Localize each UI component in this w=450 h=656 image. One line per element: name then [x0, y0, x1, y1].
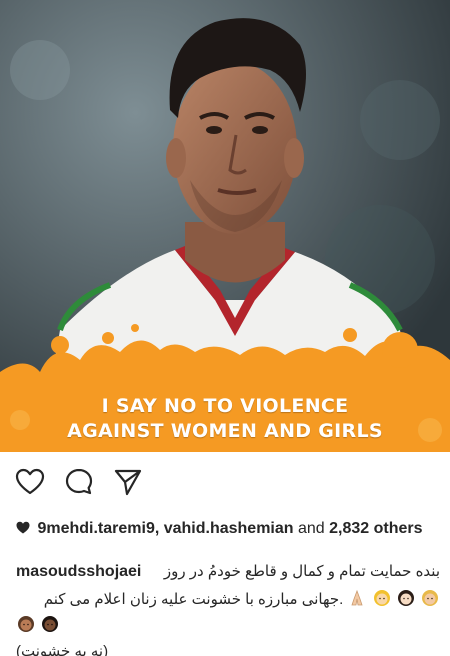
woman-emoji-icon [397, 590, 414, 606]
caption-text-line-1: بنده حمایت تمام و کمال و قاطع خودمُ در ر… [163, 563, 440, 580]
likes-others-label[interactable]: others [374, 520, 423, 537]
post-image[interactable]: I SAY NO TO VIOLENCE AGAINST WOMEN AND G… [0, 0, 450, 452]
woman-emoji-icon [42, 616, 59, 632]
caption-text-line-4: (نه به خشونت) [16, 643, 109, 656]
woman-emoji-icon [373, 590, 390, 606]
pray-emoji-icon [351, 589, 364, 606]
woman-emoji-icon [422, 590, 438, 606]
likes-summary[interactable]: 9mehdi.taremi9, vahid.hashemian and 2,83… [16, 518, 436, 539]
caption-text-line-2: .جهانی مبارزه با خشونت علیه زنان اعلام م… [43, 591, 344, 608]
caption-line-4: (نه به خشونت) [16, 641, 108, 656]
post-action-bar [0, 452, 450, 510]
caption-username[interactable]: masoudsshojaei [16, 563, 141, 580]
caption-line-3 [16, 615, 60, 637]
comment-button[interactable] [63, 466, 95, 498]
liked-by-users[interactable]: 9mehdi.taremi9, vahid.hashemian [37, 520, 293, 537]
share-button[interactable] [112, 466, 144, 498]
caption-line-1: masoudsshojaei بنده حمایت تمام و کمال و … [16, 561, 440, 583]
banner-text-line-1: I SAY NO TO VIOLENCE [101, 395, 349, 417]
post-photo-illustration [0, 0, 450, 452]
likes-count[interactable]: 2,832 [329, 520, 369, 537]
likes-conjunction: and [298, 520, 325, 537]
heart-outline-icon [15, 468, 45, 495]
banner-text-line-2: AGAINST WOMEN AND GIRLS [67, 420, 383, 442]
woman-emoji-icon [18, 616, 34, 632]
speech-bubble-icon [65, 468, 93, 495]
like-button[interactable] [14, 466, 46, 498]
caption-line-2: .جهانی مبارزه با خشونت علیه زنان اعلام م… [16, 589, 440, 611]
paper-plane-icon [114, 469, 142, 496]
heart-filled-icon [16, 521, 30, 534]
